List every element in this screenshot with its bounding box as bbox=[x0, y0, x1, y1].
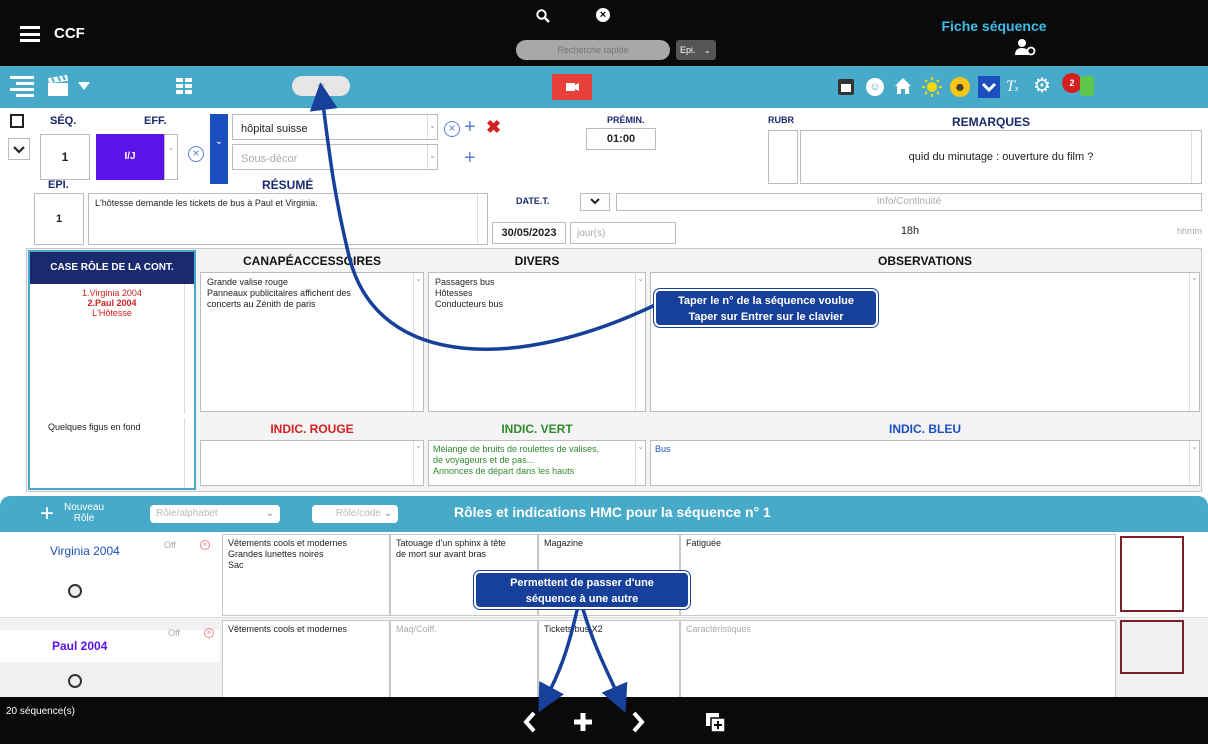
callout-navigation: Permettent de passer d'une séquence à un… bbox=[474, 571, 690, 609]
annotation-arrow bbox=[580, 605, 628, 713]
annotation-arrow bbox=[309, 82, 656, 351]
callout-line: Permettent de passer d'une bbox=[510, 577, 654, 589]
callout-line: Taper le n° de la séquence voulue bbox=[678, 295, 854, 307]
callout-line: Taper sur Entrer sur le clavier bbox=[688, 311, 844, 323]
callout-sequence-input: Taper le n° de la séquence voulue Taper … bbox=[654, 289, 878, 327]
annotation-arrows bbox=[309, 82, 656, 713]
callout-line: séquence à une autre bbox=[525, 593, 639, 605]
annotation-arrow bbox=[538, 605, 580, 713]
